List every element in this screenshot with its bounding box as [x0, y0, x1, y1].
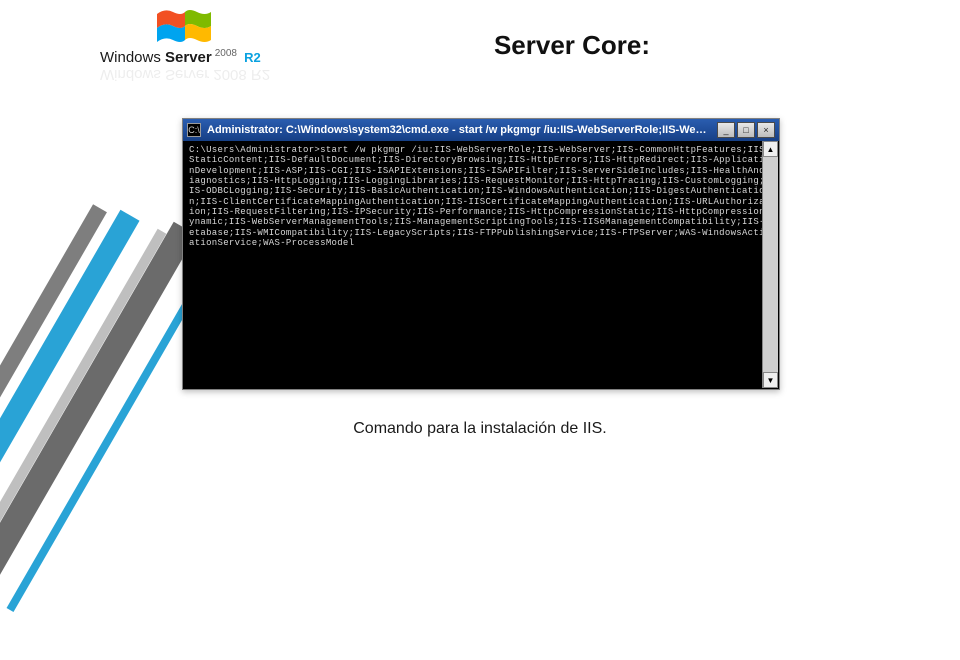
deco-stripe	[0, 229, 166, 598]
minimize-button[interactable]: _	[717, 122, 735, 138]
brand-windows: Windows	[100, 49, 161, 66]
scroll-track[interactable]	[763, 157, 778, 372]
brand-reflection: Windows Server 2008 R2	[100, 66, 270, 83]
windows-server-logo: Windows Server2008 R2 Windows Server 200…	[100, 10, 270, 80]
slide-caption: Comando para la instalación de IIS.	[0, 420, 960, 438]
window-controls: _ □ ×	[717, 122, 775, 138]
deco-stripe	[0, 210, 140, 585]
cmd-titlebar[interactable]: C:\ Administrator: C:\Windows\system32\c…	[183, 119, 779, 141]
cmd-title-text: Administrator: C:\Windows\system32\cmd.e…	[207, 124, 711, 136]
scroll-down-button[interactable]: ▼	[763, 372, 778, 388]
brand-text: Windows Server2008 R2	[100, 48, 261, 66]
cmd-output[interactable]: C:\Users\Administrator>start /w pkgmgr /…	[183, 141, 779, 389]
deco-stripe	[0, 222, 196, 599]
cmd-icon: C:\	[187, 123, 201, 137]
brand-year: 2008	[212, 48, 237, 59]
scroll-up-button[interactable]: ▲	[763, 141, 778, 157]
slide-title: Server Core:	[284, 30, 920, 61]
brand-server: Server	[165, 49, 212, 66]
corner-decoration	[0, 360, 180, 660]
slide-header: Windows Server2008 R2 Windows Server 200…	[100, 10, 920, 80]
scrollbar[interactable]: ▲ ▼	[762, 141, 778, 388]
maximize-button[interactable]: □	[737, 122, 755, 138]
deco-stripe	[0, 204, 107, 576]
brand-edition: R2	[241, 50, 261, 65]
cmd-window: C:\ Administrator: C:\Windows\system32\c…	[182, 118, 780, 390]
windows-flag-icon	[155, 6, 213, 48]
close-button[interactable]: ×	[757, 122, 775, 138]
